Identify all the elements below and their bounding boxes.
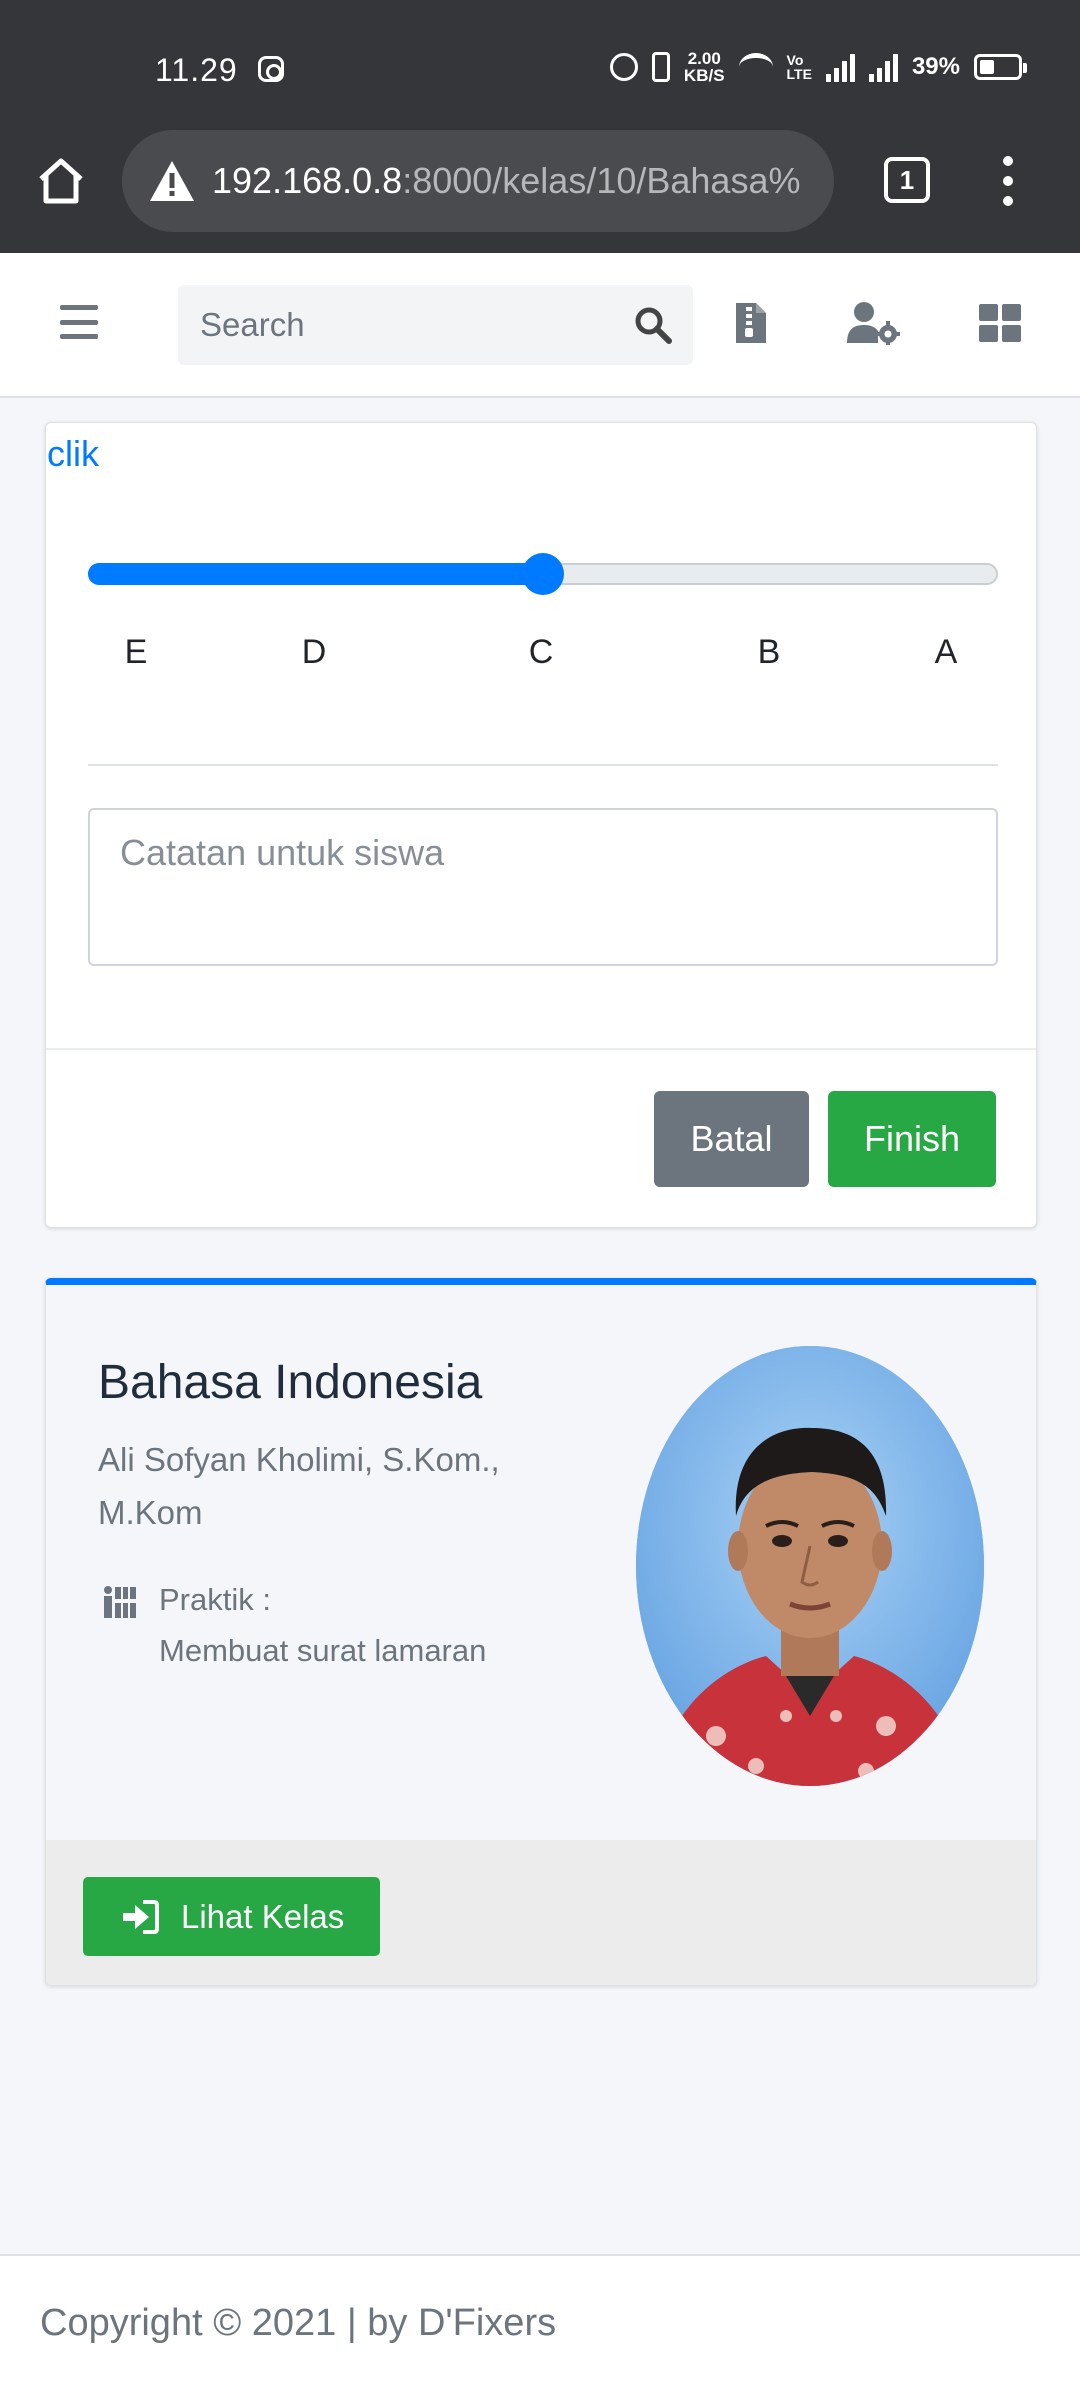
user-settings-icon[interactable] xyxy=(845,293,901,353)
teacher-name: Ali Sofyan Kholimi, S.Kom., M.Kom xyxy=(98,1441,500,1531)
search-input[interactable]: Search xyxy=(200,306,305,344)
grade-label-b: B xyxy=(757,633,781,671)
url-text: 192.168.0.8:8000/kelas/10/Bahasa% xyxy=(212,160,800,202)
view-class-label: Lihat Kelas xyxy=(181,1897,345,1935)
url-path: :8000/kelas/10/Bahasa% xyxy=(402,160,801,201)
vibrate-icon xyxy=(651,52,670,82)
signal-2-icon xyxy=(868,52,898,82)
task-type-icon xyxy=(104,1586,136,1618)
network-speed: 2.00 KB/S xyxy=(684,50,725,84)
status-time: 11.29 xyxy=(155,52,238,88)
battery-icon xyxy=(974,54,1027,80)
file-archive-icon[interactable] xyxy=(732,293,770,353)
teacher-photo xyxy=(636,1346,984,1786)
alarm-icon xyxy=(609,53,638,81)
divider xyxy=(88,764,998,766)
task-type: Praktik : xyxy=(159,1582,271,1617)
home-icon[interactable] xyxy=(28,148,94,214)
sign-in-icon xyxy=(123,1899,159,1934)
battery-percent: 39% xyxy=(911,53,960,80)
wifi-icon xyxy=(738,53,773,81)
view-class-button[interactable]: Lihat Kelas xyxy=(83,1877,380,1956)
search-icon[interactable] xyxy=(633,305,673,345)
tab-switcher-button[interactable]: 1 xyxy=(884,157,930,203)
grade-label-e: E xyxy=(124,633,148,671)
grade-slider-thumb[interactable] xyxy=(522,553,564,595)
network-speed-unit: KB/S xyxy=(683,66,725,85)
course-title: Bahasa Indonesia xyxy=(98,1356,483,1409)
copyright-text: Copyright © 2021 | by D'Fixers xyxy=(40,2302,557,2344)
overflow-menu-icon[interactable] xyxy=(996,156,1020,206)
clik-link[interactable]: clik xyxy=(47,433,99,475)
class-card: Bahasa Indonesia Ali Sofyan Kholimi, S.K… xyxy=(45,1278,1037,1986)
app-navbar: Search xyxy=(0,253,1080,398)
cancel-button[interactable]: Batal xyxy=(654,1091,809,1187)
grade-label-a: A xyxy=(934,633,958,671)
signal-1-icon xyxy=(825,52,855,82)
status-icons: 2.00 KB/S Vo LTE 39% xyxy=(609,50,1027,84)
volte-bottom: LTE xyxy=(786,66,812,82)
grade-label-d: D xyxy=(301,633,327,671)
class-card-footer: Lihat Kelas xyxy=(46,1840,1036,1985)
card-footer-divider xyxy=(46,1048,1036,1050)
not-secure-warning-icon xyxy=(150,161,194,201)
grade-card: clik E D C B A Catatan untuk siswa Batal… xyxy=(45,422,1037,1228)
grade-label-c: C xyxy=(528,633,554,671)
browser-chrome: 11.29 2.00 KB/S Vo LTE 39% 192.168.0.8:8… xyxy=(0,0,1080,253)
grade-slider-fill xyxy=(88,563,543,585)
apps-grid-icon[interactable] xyxy=(978,293,1022,353)
instagram-notification-icon xyxy=(258,56,284,82)
address-bar[interactable]: 192.168.0.8:8000/kelas/10/Bahasa% xyxy=(122,130,834,232)
url-host: 192.168.0.8 xyxy=(212,160,403,201)
finish-button[interactable]: Finish xyxy=(828,1091,996,1187)
task-description: Membuat surat lamaran xyxy=(159,1633,487,1668)
student-notes-textarea[interactable]: Catatan untuk siswa xyxy=(88,808,998,966)
volte-icon: Vo LTE xyxy=(787,53,812,81)
hamburger-menu-icon[interactable] xyxy=(60,305,98,339)
page-footer: Copyright © 2021 | by D'Fixers xyxy=(0,2254,1080,2400)
search-box[interactable]: Search xyxy=(178,285,693,365)
